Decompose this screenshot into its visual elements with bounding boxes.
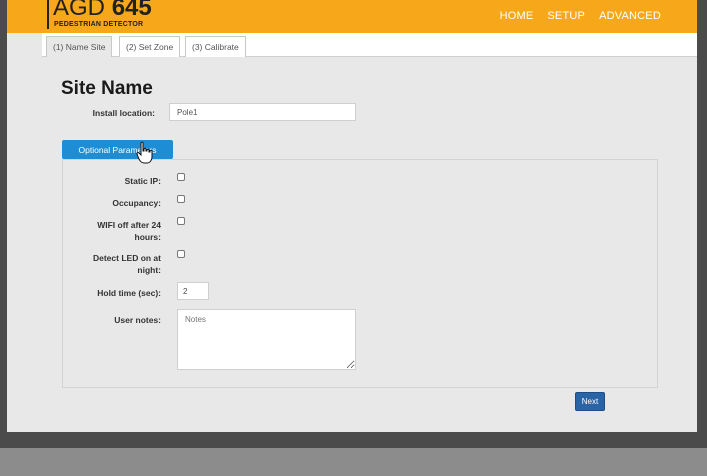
occupancy-label: Occupancy:	[112, 198, 161, 208]
static-ip-label: Static IP:	[124, 176, 161, 186]
brand-subtitle: PEDESTRIAN DETECTOR	[54, 21, 144, 28]
install-location-input[interactable]	[169, 103, 356, 121]
app-window: AGD 645 PEDESTRIAN DETECTOR HOME SETUP A…	[7, 0, 697, 432]
user-notes-textarea[interactable]	[177, 309, 356, 370]
brand-number: 645	[111, 0, 152, 21]
nav-home[interactable]: HOME	[500, 10, 534, 22]
wifi-off-label: WIFI off after 24 hours:	[71, 219, 161, 243]
optional-parameters-button[interactable]: Optional Parameters	[62, 140, 173, 159]
main-nav: HOME SETUP ADVANCED	[500, 10, 661, 22]
nav-setup[interactable]: SETUP	[547, 10, 585, 22]
brand-logo[interactable]: AGD 645	[53, 0, 152, 20]
detect-led-label-line1: Detect LED on at	[92, 253, 161, 263]
wizard-tabs: (1) Name Site (2) Set Zone (3) Calibrate	[42, 33, 697, 57]
occupancy-checkbox[interactable]	[177, 195, 185, 203]
user-notes-label: User notes:	[114, 315, 161, 325]
wifi-off-label-line2: hours:	[134, 232, 161, 242]
brand-main: AGD	[53, 0, 106, 21]
nav-advanced[interactable]: ADVANCED	[599, 10, 661, 22]
top-bar: AGD 645 PEDESTRIAN DETECTOR HOME SETUP A…	[7, 0, 697, 33]
detect-led-label: Detect LED on at night:	[71, 252, 161, 276]
detect-led-label-line2: night:	[137, 265, 161, 275]
brand-accent-bar	[47, 0, 49, 29]
page-title: Site Name	[61, 78, 153, 99]
bottom-strip	[0, 448, 707, 476]
install-location-label: Install location:	[92, 108, 155, 118]
hand-cursor-icon	[136, 141, 153, 164]
hold-time-input[interactable]	[177, 282, 209, 300]
hold-time-label: Hold time (sec):	[97, 288, 161, 298]
tab-name-site[interactable]: (1) Name Site	[46, 36, 113, 57]
wifi-off-checkbox[interactable]	[177, 217, 185, 225]
tab-set-zone[interactable]: (2) Set Zone	[119, 36, 181, 57]
detect-led-checkbox[interactable]	[177, 250, 185, 258]
wifi-off-label-line1: WIFI off after 24	[97, 220, 161, 230]
next-button[interactable]: Next	[575, 392, 605, 411]
static-ip-checkbox[interactable]	[177, 173, 185, 181]
tab-calibrate[interactable]: (3) Calibrate	[185, 36, 246, 57]
